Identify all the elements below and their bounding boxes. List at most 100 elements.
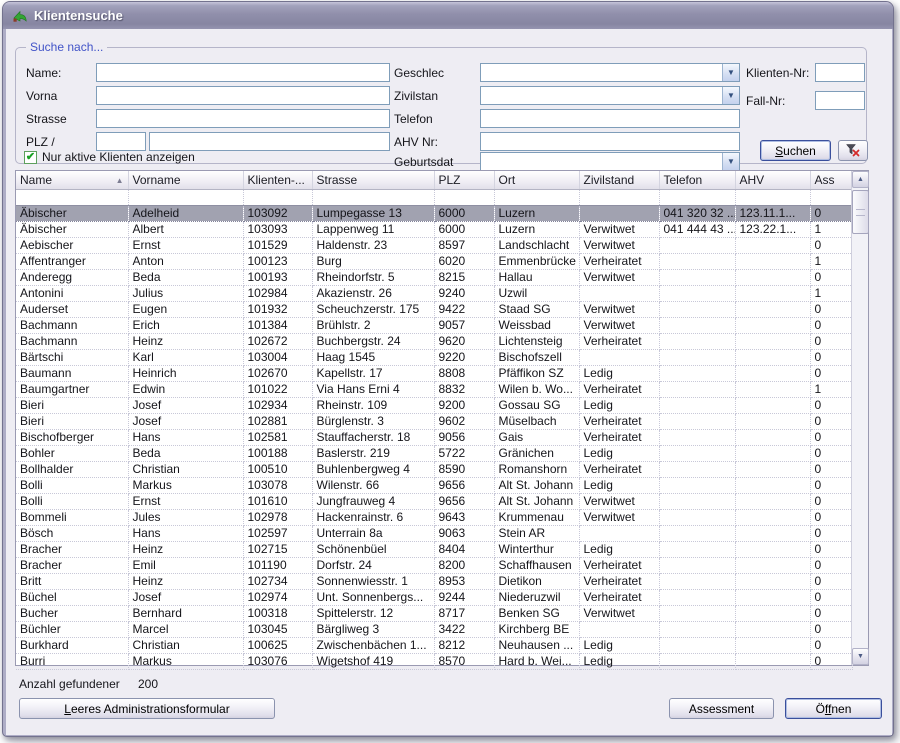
clear-filter-button[interactable] [838, 140, 868, 161]
table-cell: Brühlstr. 2 [312, 317, 434, 333]
table-row[interactable]: BommeliJules102978Hackenrainstr. 69643Kr… [16, 509, 852, 525]
filter-cell[interactable] [735, 189, 810, 205]
table-row[interactable]: BaumannHeinrich102670Kapellstr. 178808Pf… [16, 365, 852, 381]
table-row[interactable]: BieriJosef102934Rheinstr. 1099200Gossau … [16, 397, 852, 413]
active-clients-checkbox[interactable] [24, 151, 37, 164]
column-header[interactable]: PLZ [434, 171, 494, 189]
telefon-input[interactable] [480, 109, 740, 128]
zivilstand-combo[interactable]: ▼ [480, 86, 740, 105]
geschlecht-combo[interactable]: ▼ [480, 63, 740, 82]
search-button[interactable]: Suchen [760, 140, 831, 161]
table-cell: 103076 [243, 653, 312, 669]
column-header[interactable]: Ort [494, 171, 579, 189]
filter-cell[interactable] [16, 189, 128, 205]
table-row[interactable]: BucherBernhard100318Spittelerstr. 128717… [16, 605, 852, 621]
table-row[interactable]: BrittHeinz102734Sonnenwiesstr. 18953Diet… [16, 573, 852, 589]
table-cell: 123.22.1... [735, 221, 810, 237]
empty-admin-form-button[interactable]: Leeres Administrationsformular [19, 698, 275, 719]
chevron-down-icon[interactable]: ▼ [722, 153, 739, 170]
filter-cell[interactable] [434, 189, 494, 205]
table-row[interactable]: BracherHeinz102715Schönenbüel8404Wintert… [16, 541, 852, 557]
ort-input[interactable] [149, 132, 390, 151]
filter-cell[interactable] [810, 189, 852, 205]
table-cell [659, 349, 735, 365]
table-cell: 8832 [434, 381, 494, 397]
table-row[interactable]: ÄbischerAlbert103093Lappenweg 116000Luze… [16, 221, 852, 237]
table-row[interactable]: BischofbergerHans102581Stauffacherstr. 1… [16, 429, 852, 445]
column-header[interactable]: Ass [810, 171, 852, 189]
table-row[interactable]: AudersetEugen101932Scheuchzerstr. 175942… [16, 301, 852, 317]
table-row[interactable]: BohlerBeda100188Baslerstr. 2195722Gränic… [16, 445, 852, 461]
open-button[interactable]: Öffnen [785, 698, 882, 719]
table-cell: Staad SG [494, 301, 579, 317]
assessment-button[interactable]: Assessment [669, 698, 774, 719]
strasse-input[interactable] [96, 109, 390, 128]
table-row[interactable]: BachmannErich101384Brühlstr. 29057Weissb… [16, 317, 852, 333]
table-cell: Jules [128, 509, 243, 525]
filter-cell[interactable] [312, 189, 434, 205]
table-row[interactable]: BollhalderChristian100510Buhlenbergweg 4… [16, 461, 852, 477]
table-row[interactable]: BolliMarkus103078Wilenstr. 669656Alt St.… [16, 477, 852, 493]
column-header[interactable]: Telefon [659, 171, 735, 189]
ahv-input[interactable] [480, 132, 740, 151]
column-header[interactable]: AHV [735, 171, 810, 189]
table-cell: 0 [810, 573, 852, 589]
table-row[interactable]: AndereggBeda100193Rheindorfstr. 58215Hal… [16, 269, 852, 285]
filter-cell[interactable] [579, 189, 659, 205]
table-row[interactable]: AntoniniJulius102984Akazienstr. 269240Uz… [16, 285, 852, 301]
table-row[interactable]: BärtschiKarl103004Haag 15459220Bischofsz… [16, 349, 852, 365]
table-row[interactable]: BöschHans102597Unterrain 8a9063Stein AR0 [16, 525, 852, 541]
filter-cell[interactable] [243, 189, 312, 205]
table-cell [735, 589, 810, 605]
vorname-input[interactable] [96, 86, 390, 105]
column-header[interactable]: Zivilstand [579, 171, 659, 189]
table-row[interactable]: BüchelJosef102974Unt. Sonnenbergs...9244… [16, 589, 852, 605]
table-cell: Britt [16, 573, 128, 589]
name-input[interactable] [96, 63, 390, 82]
filter-cell[interactable] [659, 189, 735, 205]
table-row[interactable]: BachmannHeinz102672Buchbergstr. 249620Li… [16, 333, 852, 349]
chevron-down-icon[interactable]: ▼ [722, 87, 739, 104]
table-row[interactable]: AebischerErnst101529Haldenstr. 238597Lan… [16, 237, 852, 253]
table-cell [659, 605, 735, 621]
geburtsdatum-combo[interactable]: ▼ [480, 152, 740, 171]
column-header[interactable]: Vorname [128, 171, 243, 189]
title-bar[interactable]: Klientensuche [3, 2, 893, 29]
scroll-down-icon[interactable]: ▼ [852, 648, 869, 665]
table-row[interactable]: BurriMarkus103076Wigetshof 4198570Hard b… [16, 653, 852, 669]
table-cell: Bernhard [128, 605, 243, 621]
table-row[interactable]: BurkhardChristian100625Zwischenbächen 1.… [16, 637, 852, 653]
table-cell: 0 [810, 445, 852, 461]
table-cell: Niederuzwil [494, 589, 579, 605]
table-row[interactable]: BaumgartnerEdwin101022Via Hans Erni 4883… [16, 381, 852, 397]
table-cell: Anderegg [16, 269, 128, 285]
scrollbar-thumb[interactable] [852, 190, 869, 234]
active-clients-checkbox-row[interactable]: Nur aktive Klienten anzeigen [24, 150, 195, 164]
table-row[interactable]: BüchlerMarcel103045Bärgliweg 33422Kirchb… [16, 621, 852, 637]
table-cell: 103004 [243, 349, 312, 365]
scroll-up-icon[interactable]: ▲ [852, 171, 869, 188]
filter-cell[interactable] [494, 189, 579, 205]
fall-nr-input[interactable] [815, 91, 865, 110]
table-row[interactable]: BieriJosef102881Bürglenstr. 39602Müselba… [16, 413, 852, 429]
table-cell [579, 285, 659, 301]
filter-cell[interactable] [128, 189, 243, 205]
table-row[interactable]: BracherEmil101190Dorfstr. 248200Schaffha… [16, 557, 852, 573]
column-header[interactable]: Strasse [312, 171, 434, 189]
column-header[interactable]: Klienten-... [243, 171, 312, 189]
klienten-nr-input[interactable] [815, 63, 865, 82]
table-cell [659, 573, 735, 589]
chevron-down-icon[interactable]: ▼ [722, 64, 739, 81]
table-row[interactable]: BolliErnst101610Jungfrauweg 49656Alt St.… [16, 493, 852, 509]
table-cell: 9057 [434, 317, 494, 333]
table-cell: Verheiratet [579, 253, 659, 269]
table-row[interactable]: AffentrangerAnton100123Burg6020Emmenbrüc… [16, 253, 852, 269]
vertical-scrollbar[interactable]: ▲ ▼ [851, 171, 868, 665]
table-cell: Spittelerstr. 12 [312, 605, 434, 621]
table-cell: Hard b. Wei... [494, 653, 579, 669]
column-header[interactable]: Name▲ [16, 171, 128, 189]
filter-row[interactable] [16, 189, 852, 205]
search-group-title: Suche nach... [26, 40, 107, 54]
table-row[interactable]: ÄbischerAdelheid103092Lumpegasse 136000L… [16, 205, 852, 221]
plz-input[interactable] [96, 132, 146, 151]
